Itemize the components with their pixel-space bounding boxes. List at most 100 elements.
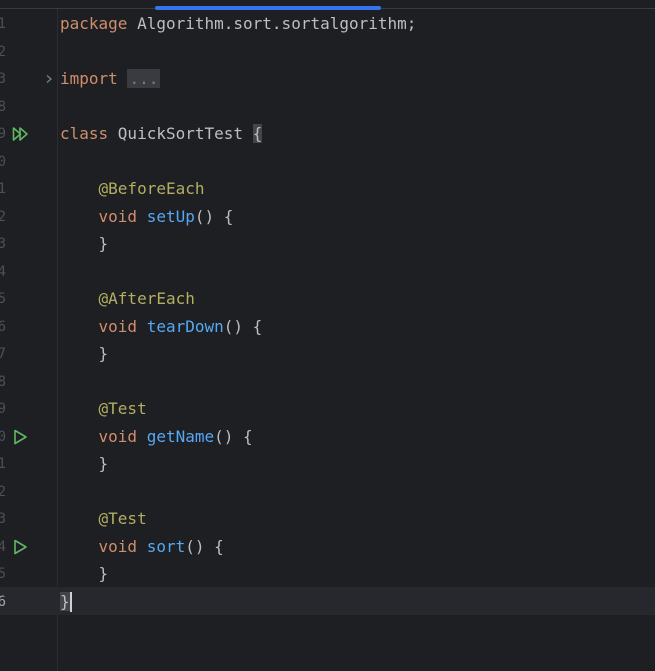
code-line[interactable]: 3 }	[0, 230, 655, 258]
line-code[interactable]: void sort() {	[60, 533, 224, 561]
code-token: void	[98, 206, 147, 226]
fold-chevron-icon[interactable]	[44, 74, 54, 84]
code-line[interactable]: 5 }	[0, 560, 655, 588]
code-token: void	[98, 426, 147, 446]
line-code[interactable]: package Algorithm.sort.sortalgorithm;	[60, 10, 416, 38]
line-number: 5	[0, 566, 6, 582]
code-line[interactable]: 8	[0, 93, 655, 121]
code-line[interactable]: 1 package Algorithm.sort.sortalgorithm;	[0, 10, 655, 38]
code-token: }	[60, 454, 109, 473]
line-code[interactable]: }	[60, 340, 109, 368]
code-token: @Test	[98, 399, 147, 418]
line-number: 4	[0, 538, 6, 555]
code-token: package	[60, 14, 138, 33]
line-number: 5	[0, 291, 6, 307]
line-code[interactable]: void getName() {	[60, 423, 253, 451]
line-number: 1	[0, 16, 6, 32]
code-editor[interactable]: 1 package Algorithm.sort.sortalgorithm; 2 3…	[0, 0, 655, 671]
run-test-icon[interactable]	[13, 429, 29, 445]
line-code[interactable]: }	[60, 450, 109, 478]
line-code[interactable]: }	[60, 560, 109, 588]
code-line[interactable]: 0	[0, 148, 655, 176]
line-number: 9	[0, 126, 6, 142]
line-number: 2	[0, 483, 6, 500]
line-number: 8	[0, 98, 6, 115]
code-line[interactable]: 1 @BeforeEach	[0, 175, 655, 203]
line-code[interactable]: @Test	[60, 505, 147, 533]
code-line[interactable]: 9 @Test	[0, 395, 655, 423]
text-caret	[69, 592, 72, 612]
line-number: 9	[0, 401, 6, 417]
line-number: 2	[0, 208, 6, 225]
code-token: () {	[194, 206, 234, 226]
code-token: }	[60, 234, 109, 253]
code-line[interactable]: 6 void tearDown() {	[0, 313, 655, 341]
code-token: }	[60, 564, 109, 583]
line-code[interactable]: }	[60, 230, 109, 258]
run-all-tests-icon[interactable]	[12, 126, 32, 142]
code-token: @AfterEach	[98, 289, 195, 308]
folded-imports[interactable]: ...	[127, 69, 161, 88]
code-token: getName	[146, 426, 215, 446]
code-token: void	[98, 536, 147, 556]
line-number: 6	[0, 593, 6, 610]
line-code[interactable]: void tearDown() {	[60, 313, 263, 341]
line-number: 0	[0, 428, 6, 445]
run-test-icon[interactable]	[13, 539, 29, 555]
code-token: }	[60, 591, 70, 611]
code-token: @Test	[98, 509, 147, 528]
line-code[interactable]: class QuickSortTest {	[60, 120, 263, 148]
code-token: setUp	[146, 206, 195, 226]
code-line[interactable]: 2	[0, 478, 655, 506]
line-number: 2	[0, 43, 6, 60]
line-code[interactable]: void setUp() {	[60, 203, 234, 231]
code-line[interactable]: 5 @AfterEach	[0, 285, 655, 313]
code-line[interactable]: 8	[0, 368, 655, 396]
code-token: () {	[214, 426, 253, 446]
code-line[interactable]: 2	[0, 38, 655, 66]
code-token: QuickSortTest	[117, 124, 253, 143]
line-code[interactable]: @AfterEach	[60, 285, 195, 313]
code-token: sort	[146, 536, 186, 556]
code-line[interactable]: 7 }	[0, 340, 655, 368]
line-number: 0	[0, 153, 6, 170]
code-token: Algorithm.sort.sortalgorithm;	[137, 14, 417, 33]
code-line[interactable]: 1 }	[0, 450, 655, 478]
code-token: void	[98, 316, 147, 336]
code-token: class	[60, 124, 118, 143]
code-line[interactable]: 2 void setUp() {	[0, 203, 655, 231]
code-token: () {	[185, 536, 224, 556]
code-line[interactable]: 3 import ...	[0, 65, 655, 93]
code-line[interactable]: 3 @Test	[0, 505, 655, 533]
line-number: 1	[0, 456, 6, 472]
code-line[interactable]: 9 class QuickSortTest {	[0, 120, 655, 148]
line-code[interactable]: @BeforeEach	[60, 175, 205, 203]
code-token: @BeforeEach	[98, 179, 205, 198]
line-number: 8	[0, 373, 6, 390]
code-token: {	[252, 124, 263, 143]
line-number: 4	[0, 263, 6, 280]
line-number: 1	[0, 181, 6, 197]
line-number: 7	[0, 346, 6, 362]
code-line[interactable]: 6}	[0, 588, 655, 616]
line-number: 3	[0, 236, 6, 252]
code-line[interactable]: 4	[0, 258, 655, 286]
line-code[interactable]: import ...	[60, 65, 161, 93]
line-code[interactable]: }	[60, 588, 72, 616]
line-number: 3	[0, 71, 6, 87]
line-number: 6	[0, 318, 6, 335]
code-token: import	[60, 69, 128, 88]
code-token: tearDown	[146, 316, 224, 336]
line-code[interactable]: @Test	[60, 395, 147, 423]
code-token: }	[60, 344, 109, 363]
code-line[interactable]: 0 void getName() {	[0, 423, 655, 451]
code-line[interactable]: 4 void sort() {	[0, 533, 655, 561]
